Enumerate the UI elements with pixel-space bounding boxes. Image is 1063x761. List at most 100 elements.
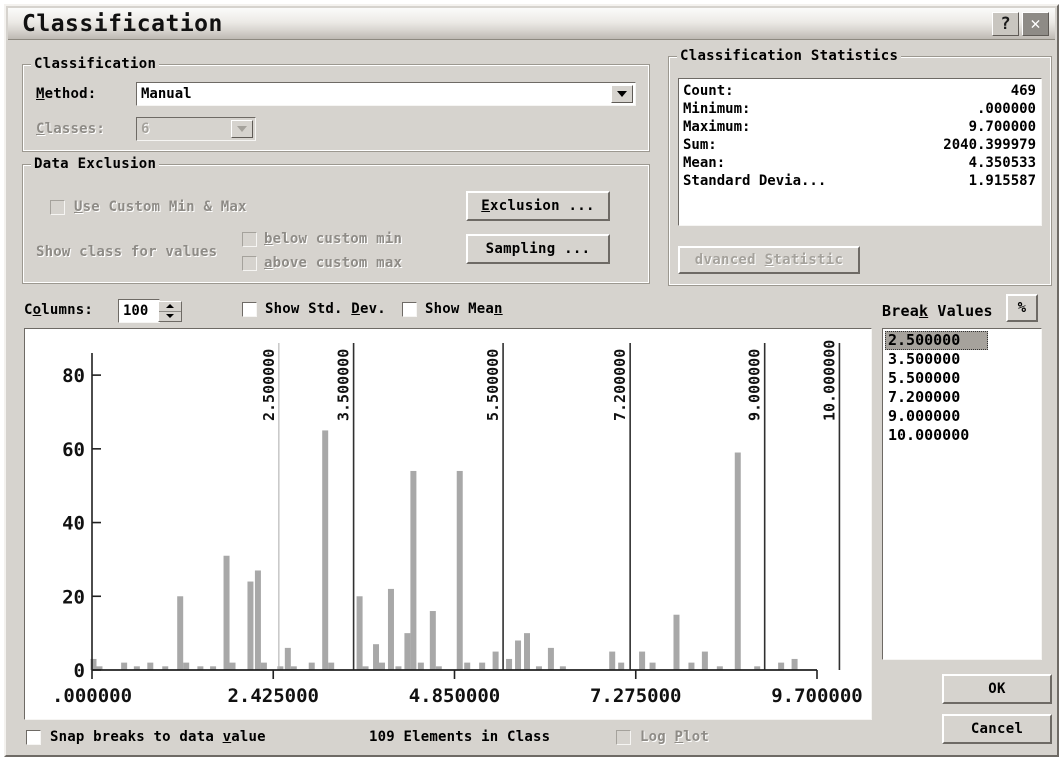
log-plot-label: Log Plot [640,729,710,745]
chevron-down-icon[interactable] [231,120,253,138]
columns-stepper[interactable] [158,301,182,322]
histogram-bar [254,570,261,670]
columns-label: Columns: [24,302,94,318]
help-button[interactable]: ? [992,12,1019,36]
y-tick-label: 0 [74,660,85,682]
statistics-group-title: Classification Statistics [677,48,902,64]
histogram-bar [649,662,656,670]
show-mean-checkbox[interactable] [402,302,417,317]
cancel-button[interactable]: Cancel [942,714,1052,744]
statistic-value: 9.700000 [968,119,1036,135]
y-tick-label: 60 [62,439,85,461]
x-tick-label: 9.700000 [771,685,863,707]
break-values-list[interactable]: 2.500000 3.500000 5.500000 7.200000 9.000000… [882,328,1042,660]
histogram-bar [506,658,513,670]
statistic-label: Sum: [683,137,717,153]
break-value-item[interactable]: 5.500000 [885,369,1039,388]
below-custom-min-label: below custom min [264,231,403,247]
histogram-bar [547,647,554,670]
classification-dialog: Classification ? ✕ Classification Method… [4,4,1059,757]
histogram-bar [778,662,785,670]
histogram-bar [223,555,230,670]
break-line-label: 7.200000 [611,349,629,421]
statistic-row: Count: 469 [683,82,1036,100]
break-line-label: 3.500000 [335,349,353,421]
columns-stepper-down[interactable] [159,312,181,322]
histogram-bar [734,452,741,670]
histogram-bar [177,596,184,670]
classification-group-title: Classification [31,56,160,72]
histogram-bar [688,662,695,670]
columns-input[interactable]: 100 [118,299,160,323]
break-value-item[interactable]: 9.000000 [885,407,1039,426]
chevron-down-icon[interactable] [611,85,633,103]
histogram-bar [609,651,616,670]
statistic-label: Standard Devia... [683,173,827,189]
break-line-label: 2.500000 [260,349,278,421]
window-title: Classification [22,11,223,37]
histogram-bar [379,662,385,670]
histogram-bar [639,651,646,670]
ok-button[interactable]: OK [942,674,1052,704]
histogram-bar [492,651,499,670]
use-custom-minmax-label: Use Custom Min & Max [74,199,247,215]
break-value-item[interactable]: 7.200000 [885,388,1039,407]
data-exclusion-group-title: Data Exclusion [31,156,160,172]
classes-combobox[interactable]: 6 [136,117,256,141]
histogram-bar [121,662,128,670]
method-value: Manual [141,86,192,102]
y-tick-label: 40 [62,513,85,535]
histogram-bar [404,633,411,670]
classes-value: 6 [141,121,150,137]
statistic-label: Mean: [683,155,726,171]
exclusion-button[interactable]: Exclusion ... [466,191,610,221]
close-icon[interactable]: ✕ [1022,12,1049,36]
classification-group: Classification [22,56,650,152]
show-std-dev-checkbox[interactable] [242,302,257,317]
show-std-dev-label: Show Std. Dev. [265,301,386,317]
break-value-item[interactable]: 2.500000 [885,331,988,350]
sampling-button[interactable]: Sampling ... [466,234,610,264]
histogram-chart: 2.500000 3.500000 5.500000 7.200000 9.000000… [52,340,863,707]
advanced-statistics-button[interactable]: dvanced Statistic [678,246,860,274]
percent-button[interactable]: % [1006,294,1038,322]
statistic-value: 4.350533 [968,155,1036,171]
break-value-item[interactable]: 10.000000 [885,426,1039,445]
y-tick-label: 20 [62,586,85,608]
histogram-bar [387,588,394,670]
snap-breaks-checkbox[interactable] [26,730,41,745]
x-tick-label: 4.850000 [409,685,501,707]
method-combobox[interactable]: Manual [136,82,636,106]
break-line-label: 5.500000 [484,349,502,421]
break-line-label: 10.000000 [820,340,838,421]
above-custom-max-checkbox[interactable] [242,256,257,271]
statistic-row: Standard Devia... 1.915587 [683,172,1036,190]
method-label: Method: [36,86,97,102]
elements-in-class-label: 109 Elements in Class [369,729,551,745]
below-custom-min-checkbox[interactable] [242,232,257,247]
log-plot-checkbox[interactable] [616,730,631,745]
break-values-header: Break Values [882,302,993,320]
histogram-bar [524,633,530,670]
histogram-bar [373,644,380,670]
break-value-item[interactable]: 3.500000 [885,350,1039,369]
histogram-bar [308,662,315,670]
y-tick-label: 80 [62,365,85,387]
histogram-bar [410,470,417,670]
histogram-bar [284,647,291,670]
use-custom-minmax-checkbox[interactable] [50,200,65,215]
columns-stepper-up[interactable] [159,302,181,312]
snap-breaks-label: Snap breaks to data value [50,729,266,745]
histogram-bar [147,662,154,670]
classes-label: Classes: [36,121,106,137]
histogram-bar [183,662,190,670]
statistic-label: Maximum: [683,119,751,135]
break-line-label: 9.000000 [746,349,764,421]
histogram-panel[interactable]: 2.500000 3.500000 5.500000 7.200000 9.000000… [24,328,872,720]
histogram-bar [618,662,625,670]
statistic-label: Minimum: [683,101,751,117]
histogram-bar [479,662,486,670]
statistics-list: Count: 469 Minimum: .000000 Maximum: 9.700000… [679,79,1041,190]
histogram-bar [247,581,254,670]
histogram-bar [464,662,471,670]
